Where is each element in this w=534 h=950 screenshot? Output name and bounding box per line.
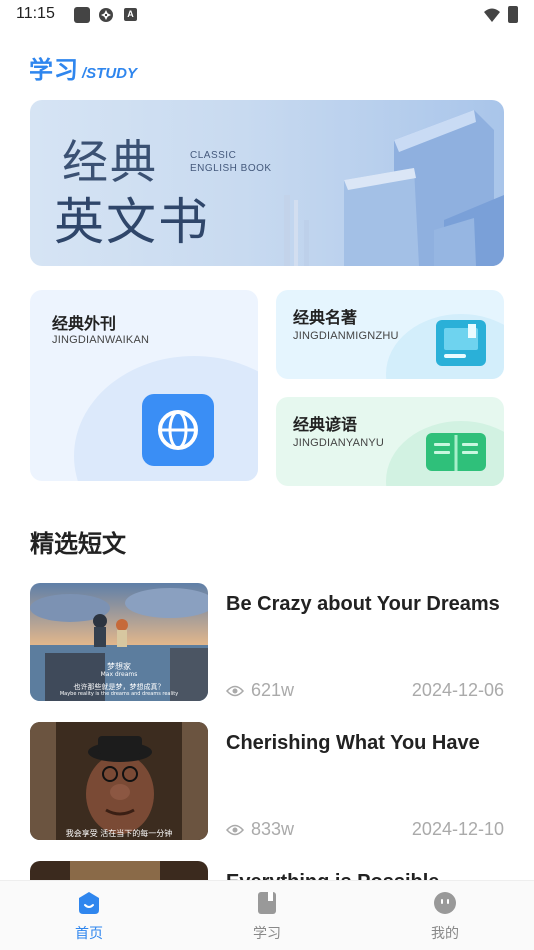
tab-mine[interactable]: 我的 bbox=[385, 881, 505, 950]
sync-icon bbox=[99, 8, 113, 22]
article-title[interactable]: Be Crazy about Your Dreams bbox=[226, 593, 504, 616]
category-card-classics[interactable]: 经典名著 JINGDIANMIGNZHU bbox=[276, 290, 504, 379]
banner-subtitle-line2: ENGLISH BOOK bbox=[190, 163, 272, 174]
article-item[interactable]: 我会享受 活在当下的每一分钟 Cherishing What You Have … bbox=[30, 722, 504, 840]
category-title: 经典谚语 bbox=[293, 415, 358, 434]
globe-icon bbox=[142, 394, 214, 466]
banner-title-line2: 英文书 bbox=[54, 193, 210, 251]
article-views: 833w bbox=[226, 819, 294, 840]
tab-study[interactable]: 学习 bbox=[207, 881, 327, 950]
category-card-proverbs[interactable]: 经典谚语 JINGDIANYANYU bbox=[276, 397, 504, 486]
home-icon bbox=[79, 892, 99, 914]
category-card-journals[interactable]: 经典外刊 JINGDIANWAIKAN bbox=[30, 290, 258, 481]
wifi-icon bbox=[484, 8, 500, 22]
tab-label: 学习 bbox=[253, 926, 281, 942]
category-subtitle: JINGDIANMIGNZHU bbox=[293, 330, 399, 342]
view-count: 833w bbox=[251, 819, 295, 839]
thumbnail-caption: Max dreams bbox=[100, 671, 138, 678]
status-time: 11:15 bbox=[16, 5, 55, 22]
article-item[interactable]: 梦想家 Max dreams 也许那些就是梦，梦想成真？ Maybe reali… bbox=[30, 583, 504, 701]
section-title: 精选短文 bbox=[30, 530, 126, 558]
article-title[interactable]: Cherishing What You Have bbox=[226, 732, 504, 755]
article-thumbnail: 我会享受 活在当下的每一分钟 bbox=[30, 722, 208, 840]
classic-books-banner[interactable]: 经典 英文书 CLASSIC ENGLISH BOOK bbox=[30, 100, 504, 266]
profile-face-icon bbox=[434, 892, 456, 914]
category-subtitle: JINGDIANWAIKAN bbox=[52, 334, 150, 346]
battery-icon bbox=[508, 6, 518, 23]
banner-subtitle-line1: CLASSIC bbox=[190, 150, 237, 161]
tab-home[interactable]: 首页 bbox=[29, 881, 149, 950]
page-header: 学习 /STUDY bbox=[29, 50, 137, 85]
books-illustration bbox=[284, 110, 504, 266]
article-date: 2024-12-10 bbox=[411, 819, 504, 839]
tab-label: 首页 bbox=[75, 926, 103, 942]
book-icon bbox=[436, 320, 486, 366]
notification-square-icon bbox=[74, 7, 90, 23]
thumbnail-caption: Maybe reality is the dreams and dreams r… bbox=[59, 691, 179, 697]
bottom-tab-bar: 首页 学习 我的 bbox=[0, 880, 534, 950]
notebook-icon bbox=[258, 892, 276, 914]
tab-label: 我的 bbox=[431, 926, 459, 942]
category-subtitle: JINGDIANYANYU bbox=[293, 437, 385, 449]
view-count: 621w bbox=[251, 680, 295, 700]
thumbnail-caption: 我会享受 活在当下的每一分钟 bbox=[65, 829, 173, 838]
eye-icon bbox=[226, 685, 244, 696]
article-date: 2024-12-06 bbox=[411, 680, 504, 700]
page-title: 学习 bbox=[29, 56, 79, 84]
page-title-en: /STUDY bbox=[82, 65, 138, 82]
category-title: 经典名著 bbox=[293, 308, 358, 327]
app-a-icon: A bbox=[124, 8, 137, 21]
status-bar: 11:15 A bbox=[0, 0, 534, 30]
article-views: 621w bbox=[226, 680, 294, 701]
eye-icon bbox=[226, 824, 244, 835]
category-title: 经典外刊 bbox=[52, 314, 117, 333]
article-thumbnail: 梦想家 Max dreams 也许那些就是梦，梦想成真？ Maybe reali… bbox=[30, 583, 208, 701]
open-book-icon bbox=[426, 433, 486, 471]
